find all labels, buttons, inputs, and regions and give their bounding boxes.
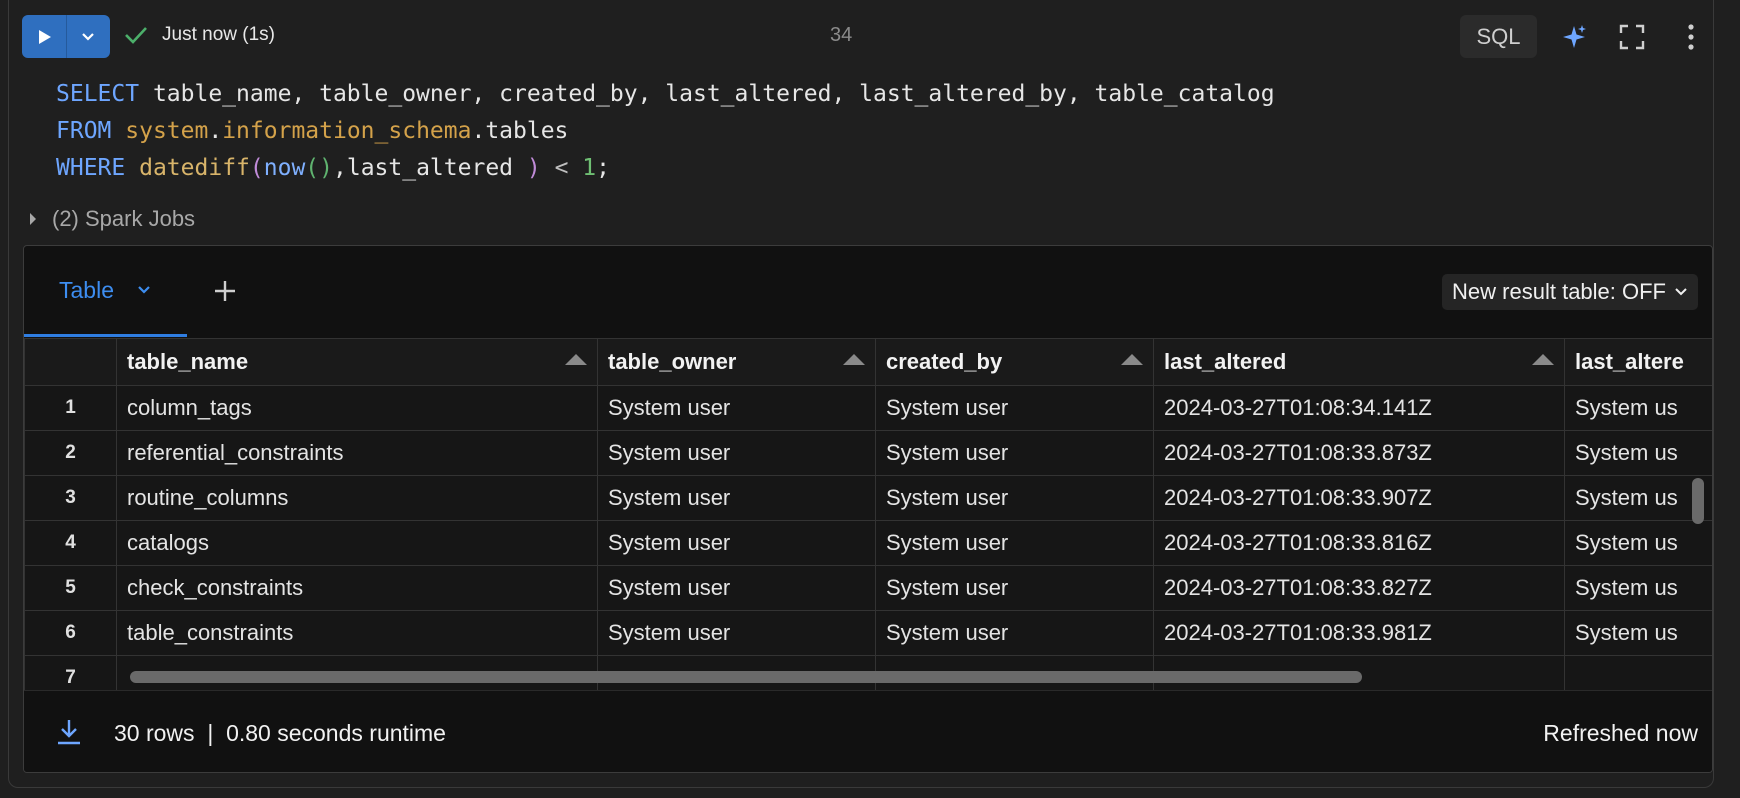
cell-created-by[interactable]: System user [875, 430, 1154, 476]
row-number: 5 [24, 565, 117, 611]
cell-table-name[interactable]: referential_constraints [116, 430, 598, 476]
spark-jobs-toggle[interactable]: (2) Spark Jobs [28, 206, 195, 232]
table-row[interactable]: 5 check_constraints System user System user… [24, 565, 1712, 611]
caret-right-icon [30, 213, 36, 225]
cell-last-altered-by[interactable]: System us [1564, 520, 1712, 566]
row-number: 6 [24, 610, 117, 656]
column-header[interactable]: table_owner [597, 338, 876, 386]
sort-icon[interactable] [1532, 354, 1554, 365]
results-footer: 30 rows | 0.80 seconds runtime Refreshed… [24, 690, 1712, 772]
table-row[interactable]: 2 referential_constraints System user Syste… [24, 430, 1712, 476]
chevron-down-icon[interactable] [136, 282, 152, 298]
cell-created-by[interactable]: System user [875, 520, 1154, 566]
results-grid[interactable]: table_name table_owner created_by last_a… [24, 338, 1712, 690]
more-options-button[interactable] [1674, 20, 1708, 54]
cell-table-name[interactable]: table_constraints [116, 610, 598, 656]
column-header[interactable]: table_name [116, 338, 598, 386]
column-header[interactable]: last_altered [1153, 338, 1565, 386]
code-line-3: WHERE datediff(now(),last_altered ) < 1; [56, 155, 610, 181]
status-text: Just now (1s) [162, 24, 275, 45]
fullscreen-button[interactable] [1615, 20, 1649, 54]
row-number: 7 [24, 655, 117, 690]
cell-created-by[interactable]: System user [875, 475, 1154, 521]
results-panel: Table New result table: OFF table_name t… [23, 245, 1713, 773]
cell-last-altered[interactable]: 2024-03-27T01:08:33.873Z [1153, 430, 1565, 476]
cell-table-name[interactable]: routine_columns [116, 475, 598, 521]
cell-table-name[interactable]: catalogs [116, 520, 598, 566]
cell-created-by[interactable]: System user [875, 565, 1154, 611]
row-number: 2 [24, 430, 117, 476]
chevron-down-icon [82, 32, 95, 41]
horizontal-scrollbar[interactable] [116, 666, 1706, 686]
cell-table-owner[interactable]: System user [597, 610, 876, 656]
assistant-button[interactable] [1557, 20, 1591, 54]
add-visualization-button[interactable] [210, 276, 240, 306]
cell-last-altered-by[interactable]: System us [1564, 565, 1712, 611]
expand-icon [1619, 24, 1645, 50]
more-vertical-icon [1688, 24, 1694, 50]
row-count-runtime: 30 rows | 0.80 seconds runtime [114, 720, 446, 746]
cell-created-by[interactable]: System user [875, 385, 1154, 431]
new-result-table-toggle[interactable]: New result table: OFF [1442, 274, 1698, 310]
tab-table[interactable]: Table [24, 246, 187, 337]
new-result-table-label: New result table: OFF [1452, 279, 1666, 304]
row-number: 4 [24, 520, 117, 566]
cell-table-name[interactable]: check_constraints [116, 565, 598, 611]
sort-icon[interactable] [565, 354, 587, 365]
check-icon [125, 27, 147, 44]
table-row[interactable]: 6 table_constraints System user System user… [24, 610, 1712, 656]
cell-last-altered[interactable]: 2024-03-27T01:08:33.816Z [1153, 520, 1565, 566]
cell-last-altered[interactable]: 2024-03-27T01:08:33.907Z [1153, 475, 1565, 521]
vertical-scrollbar[interactable] [1692, 478, 1704, 524]
run-button-group [22, 15, 110, 58]
sql-code-editor[interactable]: SELECT table_name, table_owner, created_… [56, 76, 1275, 187]
chevron-down-icon [1675, 288, 1687, 296]
row-number: 3 [24, 475, 117, 521]
download-icon[interactable] [54, 717, 84, 747]
cell-table-owner[interactable]: System user [597, 565, 876, 611]
code-line-1: SELECT table_name, table_owner, created_… [56, 81, 1275, 107]
cell-table-owner[interactable]: System user [597, 520, 876, 566]
table-row[interactable]: 3 routine_columns System user System user 20… [24, 475, 1712, 521]
cell-last-altered-by[interactable]: System us [1564, 385, 1712, 431]
cell-last-altered[interactable]: 2024-03-27T01:08:34.141Z [1153, 385, 1565, 431]
cell-last-altered-by[interactable]: System us [1564, 475, 1712, 521]
line-count: 34 [830, 24, 853, 46]
tab-table-label: Table [59, 276, 114, 303]
run-options-button[interactable] [65, 15, 111, 58]
cell-table-name[interactable]: column_tags [116, 385, 598, 431]
row-number-header [24, 338, 117, 386]
cell-last-altered-by[interactable]: System us [1564, 430, 1712, 476]
cell-table-owner[interactable]: System user [597, 475, 876, 521]
cell-last-altered-by[interactable]: System us [1564, 610, 1712, 656]
table-row[interactable]: 4 catalogs System user System user 2024-03-2… [24, 520, 1712, 566]
horizontal-scrollbar-thumb[interactable] [130, 671, 1362, 683]
table-row[interactable]: 1 column_tags System user System user 2024-0… [24, 385, 1712, 431]
code-line-2: FROM system.information_schema.tables [56, 118, 569, 144]
language-badge[interactable]: SQL [1460, 15, 1537, 58]
refreshed-status: Refreshed now [1543, 720, 1698, 746]
run-button[interactable] [22, 15, 66, 58]
cell-last-altered[interactable]: 2024-03-27T01:08:33.827Z [1153, 565, 1565, 611]
column-header[interactable]: last_altere [1564, 338, 1712, 386]
results-tabs: Table New result table: OFF [24, 246, 1712, 339]
results-table: table_name table_owner created_by last_a… [24, 338, 1712, 690]
cell-table-owner[interactable]: System user [597, 385, 876, 431]
plus-icon [215, 281, 235, 301]
sort-icon[interactable] [843, 354, 865, 365]
spark-jobs-label: (2) Spark Jobs [52, 206, 196, 231]
header-row: table_name table_owner created_by last_a… [24, 338, 1712, 386]
cell-created-by[interactable]: System user [875, 610, 1154, 656]
column-header[interactable]: created_by [875, 338, 1154, 386]
play-icon [38, 29, 51, 44]
cell-last-altered[interactable]: 2024-03-27T01:08:33.981Z [1153, 610, 1565, 656]
sort-icon[interactable] [1121, 354, 1143, 365]
row-number: 1 [24, 385, 117, 431]
cell-table-owner[interactable]: System user [597, 430, 876, 476]
sparkle-icon [1563, 25, 1586, 48]
run-status: Just now (1s) [124, 24, 275, 46]
